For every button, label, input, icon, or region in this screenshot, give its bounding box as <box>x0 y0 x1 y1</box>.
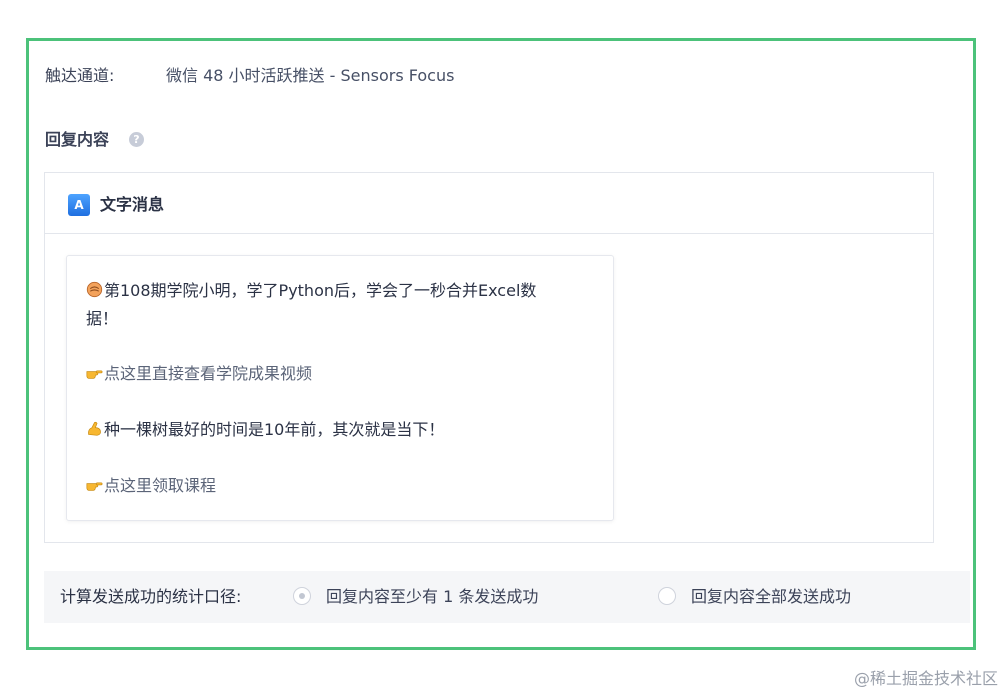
question-circle-icon[interactable]: ? <box>129 132 144 147</box>
message-link-2[interactable]: 点这里领取课程 <box>86 472 591 500</box>
watermark: @稀土掘金技术社区 <box>853 669 998 688</box>
radio-button-checked[interactable] <box>293 587 311 605</box>
message-preview: 第108期学院小明，学了Python后，学会了一秒合并Excel数 据！ 点这里… <box>66 255 614 521</box>
message-line-2: 种一棵树最好的时间是10年前，其次就是当下！ <box>86 416 591 444</box>
card-header: A 文字消息 <box>45 173 933 234</box>
message-link-2-text[interactable]: 点这里领取课程 <box>104 476 216 495</box>
fist-emoji-icon <box>86 281 103 298</box>
message-line-1: 第108期学院小明，学了Python后，学会了一秒合并Excel数 <box>86 277 591 305</box>
text-message-card: A 文字消息 第108期学院小明，学了Python后，学会了一秒合并Excel数… <box>44 172 934 543</box>
message-link-1-text[interactable]: 点这里直接查看学院成果视频 <box>104 364 312 383</box>
radio-label-all-success[interactable]: 回复内容全部发送成功 <box>691 586 851 608</box>
channel-value: 微信 48 小时活跃推送 - Sensors Focus <box>166 66 455 85</box>
message-link-1[interactable]: 点这里直接查看学院成果视频 <box>86 360 591 388</box>
message-text-1: 第108期学院小明，学了Python后，学会了一秒合并Excel数 <box>104 281 537 300</box>
radio-button-unchecked[interactable] <box>658 587 676 605</box>
message-line-1-cont: 据！ <box>86 309 119 328</box>
reply-content-title: 回复内容 <box>45 130 110 149</box>
pointing-hand-icon <box>86 370 103 379</box>
channel-row: 触达通道: 微信 48 小时活跃推送 - Sensors Focus <box>45 66 454 86</box>
success-criteria-bar: 计算发送成功的统计口径: 回复内容至少有 1 条发送成功 回复内容全部发送成功 <box>44 571 970 623</box>
highlight-frame: 触达通道: 微信 48 小时活跃推送 - Sensors Focus 回复内容 … <box>26 38 976 650</box>
card-title: 文字消息 <box>100 195 165 214</box>
radio-label-at-least-one[interactable]: 回复内容至少有 1 条发送成功 <box>326 586 538 608</box>
flexed-biceps-icon <box>88 421 101 436</box>
success-criteria-label: 计算发送成功的统计口径: <box>60 587 242 606</box>
message-text-2: 种一棵树最好的时间是10年前，其次就是当下！ <box>104 420 445 439</box>
channel-label: 触达通道: <box>45 66 115 85</box>
text-message-icon: A <box>68 194 90 216</box>
pointing-hand-icon <box>86 482 103 491</box>
